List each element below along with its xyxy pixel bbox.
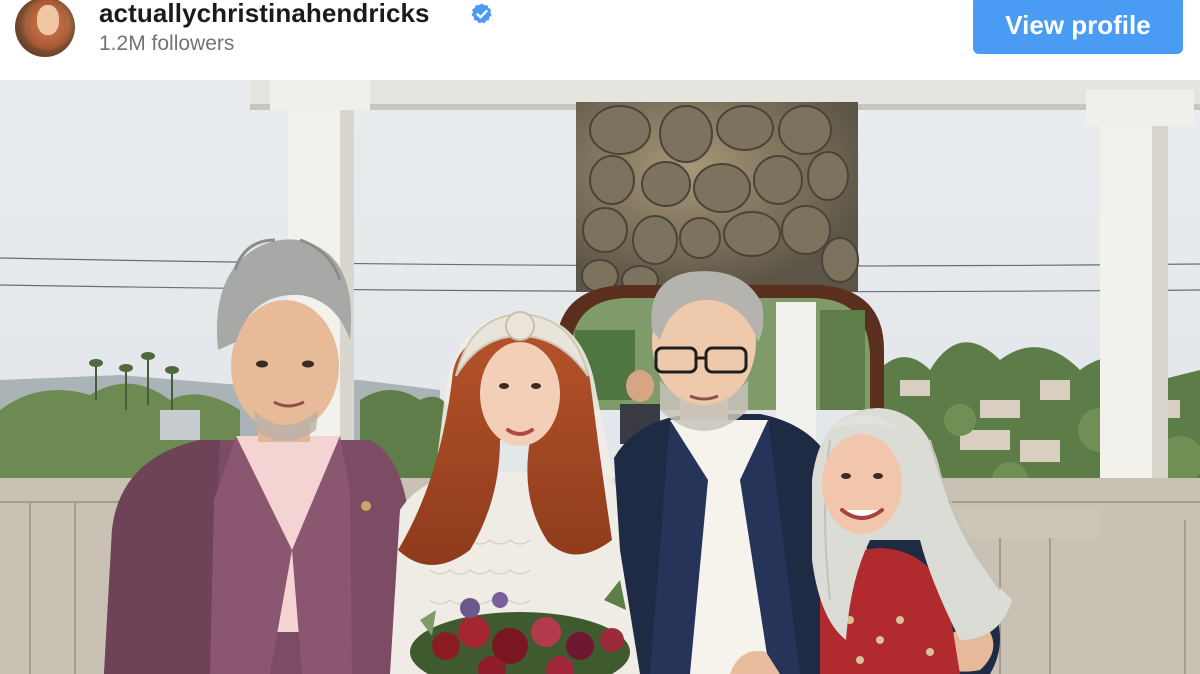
- verified-badge-icon: [471, 3, 492, 24]
- view-profile-button[interactable]: View profile: [973, 0, 1183, 54]
- post-photo[interactable]: [0, 80, 1200, 674]
- post-header: actuallychristinahendricks 1.2M follower…: [0, 0, 1200, 80]
- username[interactable]: actuallychristinahendricks: [99, 0, 430, 29]
- avatar[interactable]: [15, 0, 75, 57]
- wedding-photo-illustration: [0, 80, 1200, 674]
- follower-count: 1.2M followers: [99, 32, 235, 55]
